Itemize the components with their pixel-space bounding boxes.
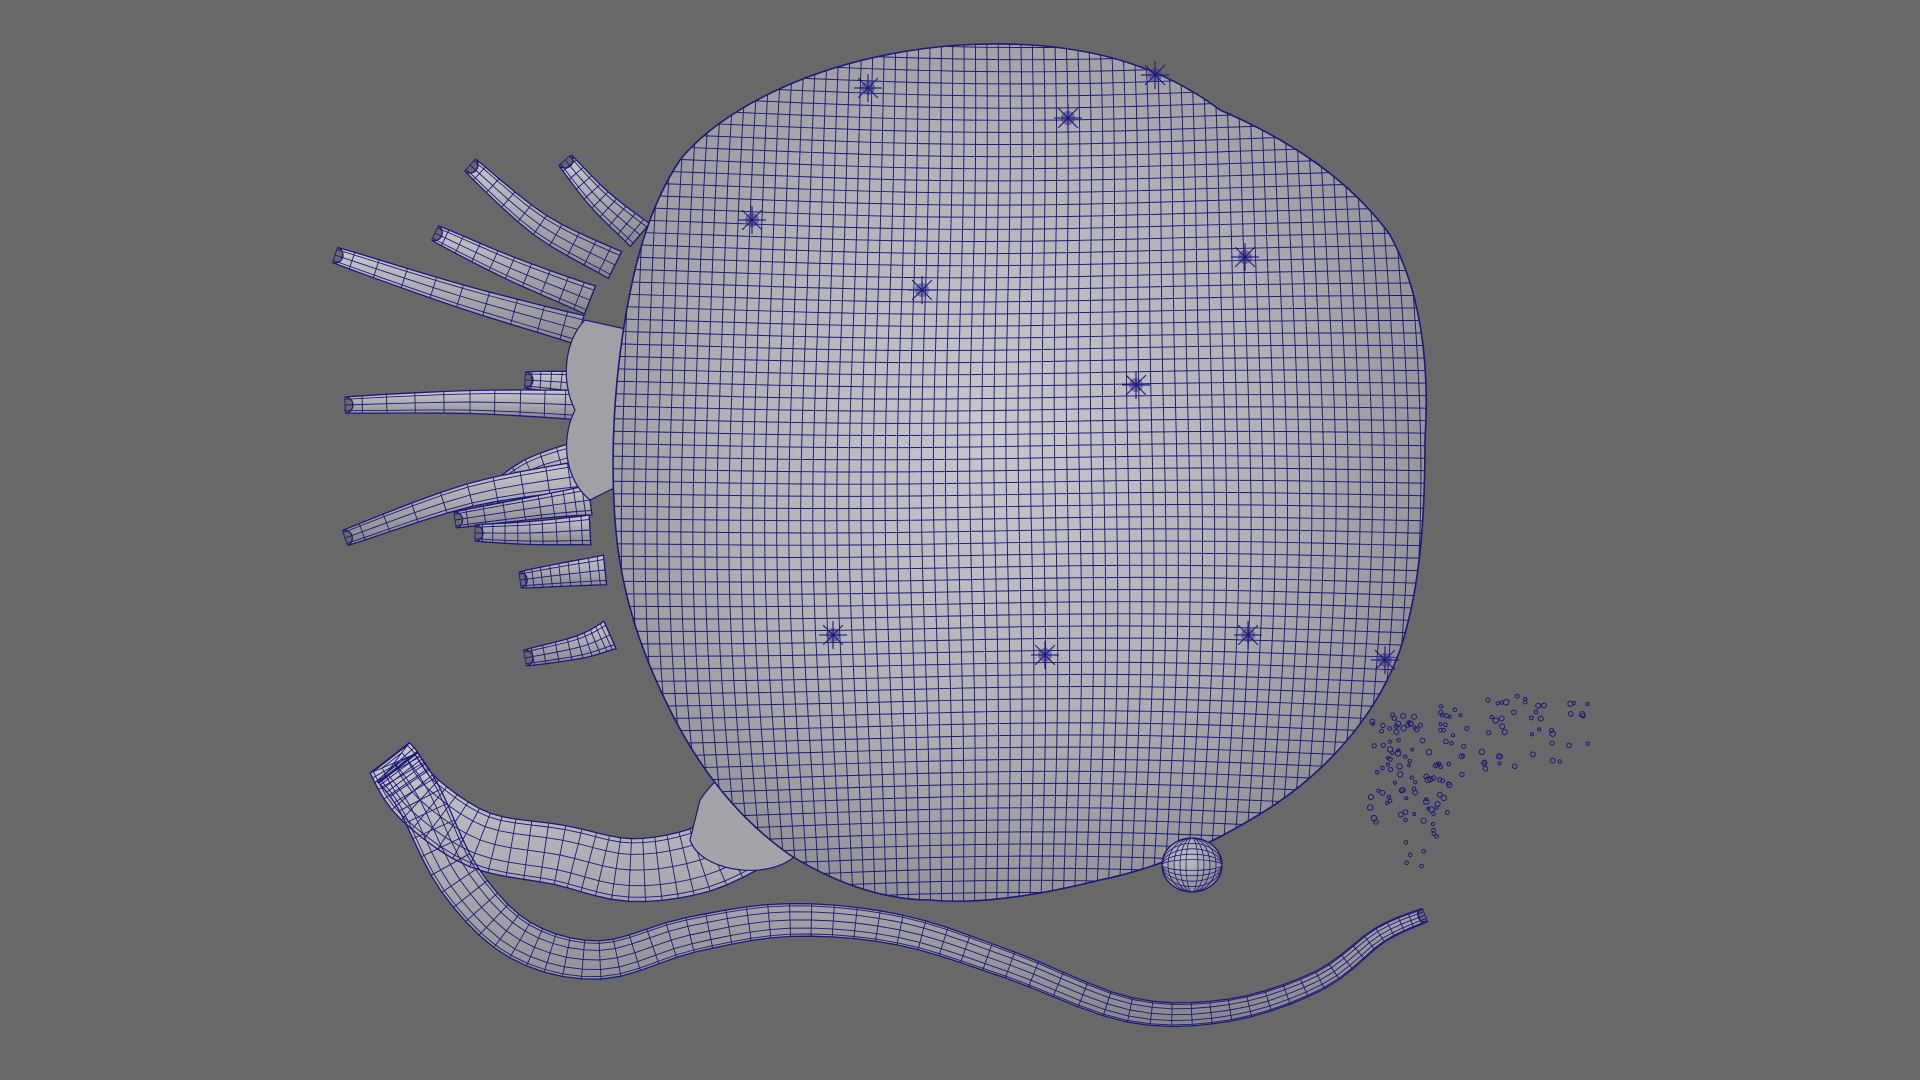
body-surface	[613, 43, 1427, 902]
mesh-pole-11	[854, 74, 882, 102]
mesh-pole-6	[819, 621, 847, 649]
mesh-pole-3	[738, 206, 766, 234]
3d-viewport[interactable]	[0, 0, 1920, 1080]
mesh-pole-5	[1122, 371, 1150, 399]
tentacle-6[interactable]	[344, 389, 582, 421]
tentacle-11[interactable]	[518, 554, 608, 589]
viewport-canvas[interactable]	[0, 0, 1920, 1080]
mesh-pole-7	[1031, 641, 1059, 669]
mesh-pole-1	[1054, 104, 1082, 132]
mesh-pole-8	[1234, 621, 1262, 649]
particle-cloud	[1366, 693, 1590, 869]
mesh-pole-9	[1371, 646, 1399, 674]
mesh-pole-10	[1141, 61, 1169, 89]
mesh-pole-4	[1231, 243, 1259, 271]
tentacle-12[interactable]	[523, 620, 618, 667]
bulb-mesh[interactable]	[1161, 837, 1223, 893]
mesh-pole-2	[908, 276, 936, 304]
tentacle-group[interactable]	[332, 154, 651, 667]
